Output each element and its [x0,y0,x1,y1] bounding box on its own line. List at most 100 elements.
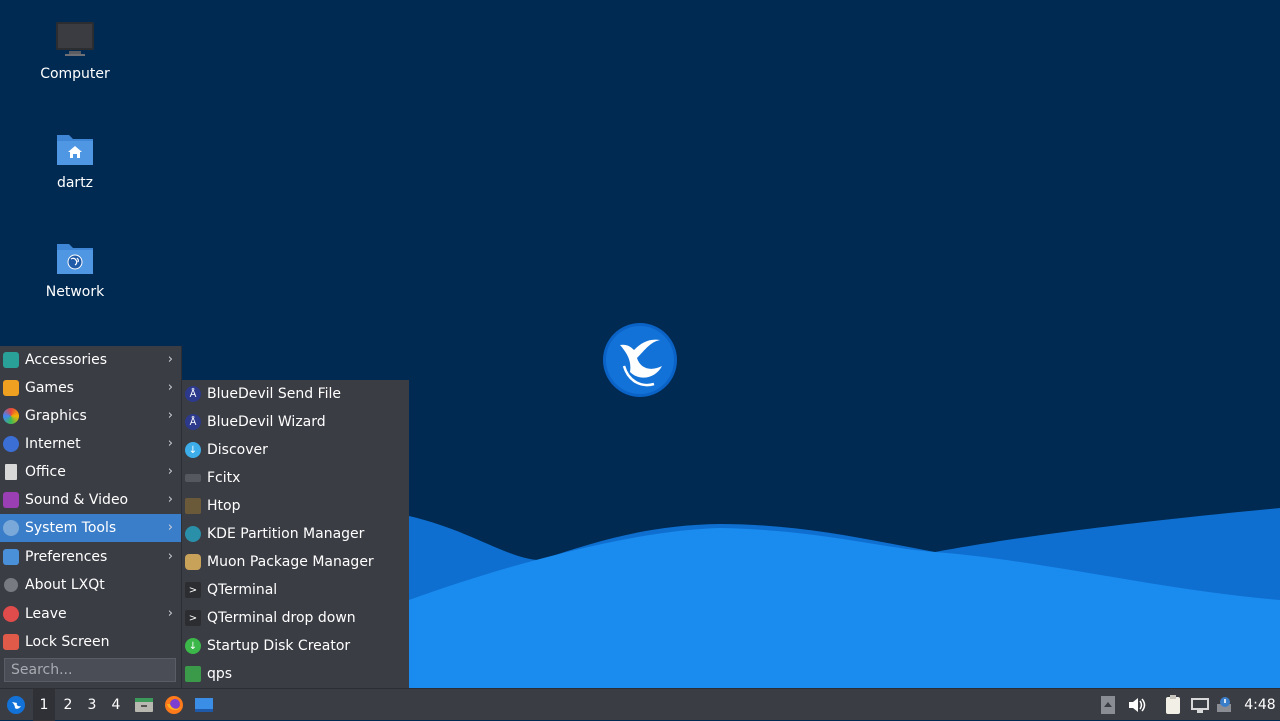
chevron-right-icon: › [167,464,173,479]
submenu-item-startup-disk-creator[interactable]: ↓ Startup Disk Creator [182,632,409,660]
submenu-item-qterminal[interactable]: > QTerminal [182,576,409,604]
update-notification-icon [1217,697,1231,712]
menu-item-accessories[interactable]: Accessories › [0,346,181,374]
menu-search-input[interactable]: Search... [4,658,176,682]
submenu-item-muon-package-manager[interactable]: Muon Package Manager [182,548,409,576]
submenu-item-bluedevil-wizard[interactable]: Å BlueDevil Wizard [182,408,409,436]
terminal-icon: > [185,610,201,626]
menu-item-label: Leave [25,606,67,622]
submenu-item-label: qps [207,666,233,682]
package-manager-icon [185,554,201,570]
submenu-item-qterminal-drop-down[interactable]: > QTerminal drop down [182,604,409,632]
chevron-right-icon: › [167,520,173,535]
firefox-icon [165,696,183,714]
clipboard-tray-button[interactable] [1162,689,1184,721]
show-desktop-button[interactable] [193,689,215,721]
network-folder-icon [53,236,97,280]
menu-item-internet[interactable]: Internet › [0,430,181,458]
submenu-item-htop[interactable]: Htop [182,492,409,520]
desktop-icon-label: Computer [40,66,110,82]
bluetooth-icon: Å [185,386,201,402]
menu-item-graphics[interactable]: Graphics › [0,402,181,430]
clipboard-icon [1166,695,1180,714]
application-menu: Accessories › Games › Graphics › Interne… [0,346,182,688]
submenu-item-label: BlueDevil Wizard [207,414,326,430]
taskbar: 1 2 3 4 4:48 [0,688,1280,721]
partition-manager-icon [185,526,201,542]
firefox-launcher[interactable] [163,689,185,721]
submenu-item-kde-partition-manager[interactable]: KDE Partition Manager [182,520,409,548]
submenu-item-label: Fcitx [207,470,241,486]
workspace-1[interactable]: 1 [33,689,55,721]
chevron-right-icon: › [167,606,173,621]
menu-item-label: Internet [25,436,81,452]
games-icon [3,380,19,396]
menu-item-about[interactable]: About LXQt [0,571,181,599]
chevron-right-icon: › [167,352,173,367]
submenu-item-label: BlueDevil Send File [207,386,342,402]
tray-arrow-icon [1101,696,1115,714]
chevron-right-icon: › [167,380,173,395]
accessories-icon [3,352,19,368]
desktop-icon-computer[interactable]: Computer [30,18,120,82]
desktop-icon [195,698,213,712]
tray-expander-button[interactable] [1098,689,1118,721]
preferences-icon [3,549,19,565]
submenu-item-fcitx[interactable]: Fcitx [182,464,409,492]
desktop-icon-home-folder[interactable]: dartz [30,127,120,191]
menu-item-games[interactable]: Games › [0,374,181,402]
submenu-item-label: QTerminal drop down [207,610,356,626]
submenu-item-qps[interactable]: qps [182,660,409,688]
menu-item-label: Office [25,464,66,480]
submenu-item-label: Discover [207,442,268,458]
clock-label: 4:48 [1244,697,1276,713]
keyboard-icon [185,474,201,482]
menu-item-label: Graphics [25,408,87,424]
info-icon [4,578,18,592]
menu-item-leave[interactable]: Leave › [0,600,181,628]
submenu-item-bluedevil-send-file[interactable]: Å BlueDevil Send File [182,380,409,408]
bluetooth-icon: Å [185,414,201,430]
menu-item-label: Games [25,380,74,396]
desktop-icon-label: Network [45,284,105,300]
menu-item-lock-screen[interactable]: Lock Screen [0,628,181,656]
sound-video-icon [3,492,19,508]
menu-item-label: Accessories [25,352,108,368]
menu-item-office[interactable]: Office › [0,458,181,486]
power-icon [3,606,19,622]
system-tools-icon [3,520,19,536]
workspace-3[interactable]: 3 [81,689,103,721]
htop-icon [185,498,201,514]
start-menu-button[interactable] [2,689,30,721]
internet-icon [3,436,19,452]
submenu-item-label: Htop [207,498,241,514]
system-tools-submenu: Å BlueDevil Send File Å BlueDevil Wizard… [182,380,409,688]
volume-control[interactable] [1126,689,1148,721]
office-icon [5,464,17,480]
submenu-item-label: Startup Disk Creator [207,638,351,654]
discover-icon: ↓ [185,442,201,458]
network-tray-button[interactable] [1189,689,1211,721]
submenu-item-label: Muon Package Manager [207,554,374,570]
lubuntu-start-icon [7,696,25,714]
menu-item-system-tools[interactable]: System Tools › [0,514,181,542]
file-manager-launcher[interactable] [133,689,155,721]
update-notifier-button[interactable] [1214,689,1236,721]
terminal-icon: > [185,582,201,598]
menu-item-label: Sound & Video [25,492,129,508]
chevron-right-icon: › [167,549,173,564]
qps-icon [185,666,201,682]
home-folder-icon [53,127,97,171]
menu-item-label: System Tools [25,520,117,536]
graphics-icon [3,408,19,424]
menu-item-label: Lock Screen [25,634,110,650]
workspace-2[interactable]: 2 [57,689,79,721]
clock[interactable]: 4:48 [1242,689,1278,721]
menu-item-preferences[interactable]: Preferences › [0,543,181,571]
menu-item-label: Preferences [25,549,108,565]
file-manager-icon [135,698,153,712]
submenu-item-discover[interactable]: ↓ Discover [182,436,409,464]
desktop-icon-network[interactable]: Network [30,236,120,300]
workspace-4[interactable]: 4 [105,689,127,721]
menu-item-sound-video[interactable]: Sound & Video › [0,486,181,514]
